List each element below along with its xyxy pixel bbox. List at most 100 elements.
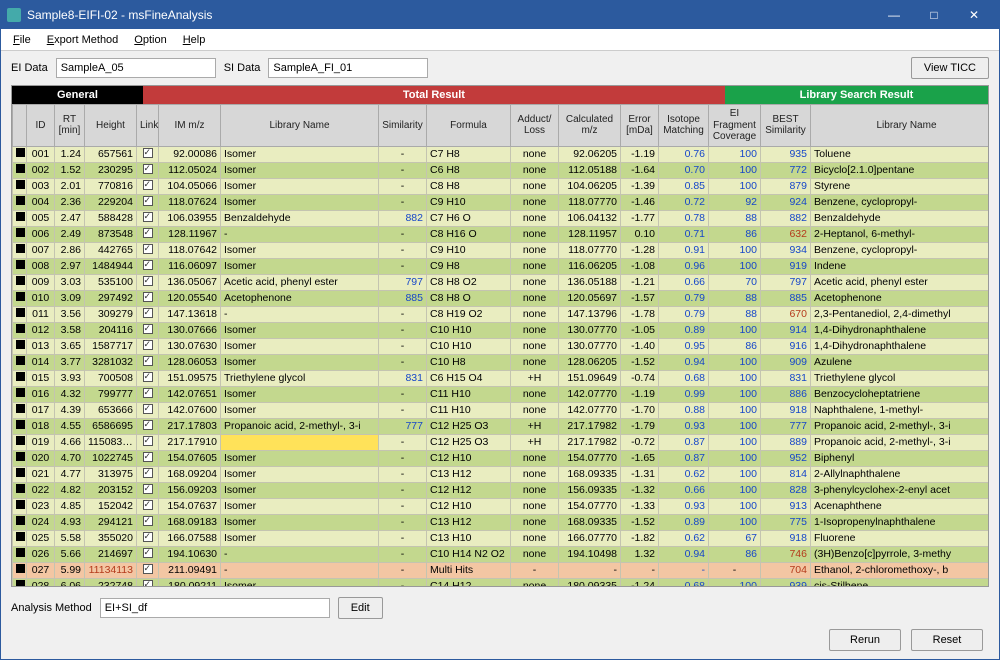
link-checkbox[interactable] (143, 452, 153, 462)
table-row[interactable]: 0042.36229204118.07624Isomer-C9 H10none1… (13, 194, 990, 210)
row-marker-icon (16, 564, 25, 573)
link-checkbox[interactable] (143, 356, 153, 366)
link-checkbox[interactable] (143, 500, 153, 510)
table-row[interactable]: 0062.49873548128.11967--C8 H16 Onone128.… (13, 226, 990, 242)
link-checkbox[interactable] (143, 436, 153, 446)
table-row[interactable]: 0133.651587717130.07630Isomer-C10 H10non… (13, 338, 990, 354)
row-marker-icon (16, 484, 25, 493)
link-checkbox[interactable] (143, 532, 153, 542)
table-row[interactable]: 0153.93700508151.09575Triethylene glycol… (13, 370, 990, 386)
table-row[interactable]: 0174.39653666142.07600Isomer-C11 H10none… (13, 402, 990, 418)
table-row[interactable]: 0194.6611508312217.17910-C12 H25 O3+H217… (13, 434, 990, 450)
table-row[interactable]: 0113.56309279147.13618--C8 H19 O2none147… (13, 306, 990, 322)
rerun-button[interactable]: Rerun (829, 629, 901, 651)
app-icon (7, 8, 21, 22)
ei-data-input[interactable] (56, 58, 216, 78)
table-row[interactable]: 0286.06232748180.09211Isomer-C14 H12none… (13, 578, 990, 587)
table-row[interactable]: 0224.82203152156.09203Isomer-C12 H12none… (13, 482, 990, 498)
link-checkbox[interactable] (143, 564, 153, 574)
link-checkbox[interactable] (143, 324, 153, 334)
view-ticc-button[interactable]: View TICC (911, 57, 989, 79)
menu-file[interactable]: File (5, 32, 39, 48)
row-marker-icon (16, 388, 25, 397)
col-lib1: Library Name (221, 105, 379, 147)
section-general: General (12, 86, 143, 104)
link-checkbox[interactable] (143, 148, 153, 158)
table-row[interactable]: 0093.03535100136.05067Acetic acid, pheny… (13, 274, 990, 290)
row-marker-icon (16, 276, 25, 285)
minimize-button[interactable]: — (875, 4, 913, 26)
table-row[interactable]: 0021.52230295112.05024Isomer-C6 H8none11… (13, 162, 990, 178)
row-marker-icon (16, 164, 25, 173)
link-checkbox[interactable] (143, 468, 153, 478)
col-addloss: Adduct/Loss (511, 105, 559, 147)
footer-buttons: Rerun Reset (1, 625, 999, 659)
table-row[interactable]: 0204.701022745154.07605Isomer-C12 H10non… (13, 450, 990, 466)
col-lib2: Library Name (811, 105, 990, 147)
link-checkbox[interactable] (143, 516, 153, 526)
table-row[interactable]: 0265.66214697194.10630--C10 H14 N2 O2non… (13, 546, 990, 562)
table-row[interactable]: 0072.86442765118.07642Isomer-C9 H10none1… (13, 242, 990, 258)
table-row[interactable]: 0275.9911134113211.09491--Multi Hits----… (13, 562, 990, 578)
link-checkbox[interactable] (143, 372, 153, 382)
col-for1: Formula (427, 105, 511, 147)
table-row[interactable]: 0234.85152042154.07637Isomer-C12 H10none… (13, 498, 990, 514)
table-row[interactable]: 0011.2465756192.00086Isomer-C7 H8none92.… (13, 146, 990, 162)
table-row[interactable]: 0143.773281032128.06053Isomer-C10 H8none… (13, 354, 990, 370)
table-row[interactable]: 0123.58204116130.07666Isomer-C10 H10none… (13, 322, 990, 338)
row-marker-icon (16, 308, 25, 317)
link-checkbox[interactable] (143, 260, 153, 270)
row-marker-icon (16, 244, 25, 253)
link-checkbox[interactable] (143, 292, 153, 302)
row-marker-icon (16, 260, 25, 269)
link-checkbox[interactable] (143, 580, 153, 588)
table-header[interactable]: ID RT[min] Height Link IM m/z Library Na… (13, 105, 990, 147)
link-checkbox[interactable] (143, 548, 153, 558)
reset-button[interactable]: Reset (911, 629, 983, 651)
link-checkbox[interactable] (143, 388, 153, 398)
link-checkbox[interactable] (143, 420, 153, 430)
table-row[interactable]: 0244.93294121168.09183Isomer-C13 H12none… (13, 514, 990, 530)
menu-help[interactable]: Help (175, 32, 214, 48)
si-data-input[interactable] (268, 58, 428, 78)
link-checkbox[interactable] (143, 484, 153, 494)
table-row[interactable]: 0052.47588428106.03955Benzaldehyde882C7 … (13, 210, 990, 226)
col-height: Height (85, 105, 137, 147)
link-checkbox[interactable] (143, 164, 153, 174)
row-marker-icon (16, 180, 25, 189)
col-rt: RT[min] (55, 105, 85, 147)
link-checkbox[interactable] (143, 404, 153, 414)
link-checkbox[interactable] (143, 196, 153, 206)
row-marker-icon (16, 356, 25, 365)
table-row[interactable]: 0082.971484944116.06097Isomer-C9 H8none1… (13, 258, 990, 274)
row-marker-icon (16, 452, 25, 461)
row-marker-icon (16, 580, 25, 587)
menu-export-method[interactable]: Export Method (39, 32, 127, 48)
link-checkbox[interactable] (143, 180, 153, 190)
results-grid[interactable]: General Total Result Library Search Resu… (11, 85, 989, 587)
window-title: Sample8-EIFI-02 - msFineAnalysis (27, 8, 875, 22)
table-row[interactable]: 0164.32799777142.07651Isomer-C11 H10none… (13, 386, 990, 402)
link-checkbox[interactable] (143, 340, 153, 350)
link-checkbox[interactable] (143, 228, 153, 238)
menu-option[interactable]: Option (126, 32, 174, 48)
link-checkbox[interactable] (143, 308, 153, 318)
ei-data-label: EI Data (11, 62, 48, 74)
col-sim1: Similarity (379, 105, 427, 147)
row-marker-icon (16, 500, 25, 509)
link-checkbox[interactable] (143, 276, 153, 286)
table-row[interactable]: 0184.556586695217.17803Propanoic acid, 2… (13, 418, 990, 434)
close-button[interactable]: ✕ (955, 4, 993, 26)
link-checkbox[interactable] (143, 244, 153, 254)
analysis-method-input[interactable] (100, 598, 330, 618)
table-row[interactable]: 0032.01770816104.05066Isomer-C8 H8none10… (13, 178, 990, 194)
analysis-method-label: Analysis Method (11, 602, 92, 614)
link-checkbox[interactable] (143, 212, 153, 222)
table-row[interactable]: 0214.77313975168.09204Isomer-C13 H12none… (13, 466, 990, 482)
edit-button[interactable]: Edit (338, 597, 383, 619)
maximize-button[interactable]: □ (915, 4, 953, 26)
table-row[interactable]: 0103.09297492120.05540Acetophenone885C8 … (13, 290, 990, 306)
row-marker-icon (16, 404, 25, 413)
table-row[interactable]: 0255.58355020166.07588Isomer-C13 H10none… (13, 530, 990, 546)
title-bar[interactable]: Sample8-EIFI-02 - msFineAnalysis — □ ✕ (1, 1, 999, 29)
